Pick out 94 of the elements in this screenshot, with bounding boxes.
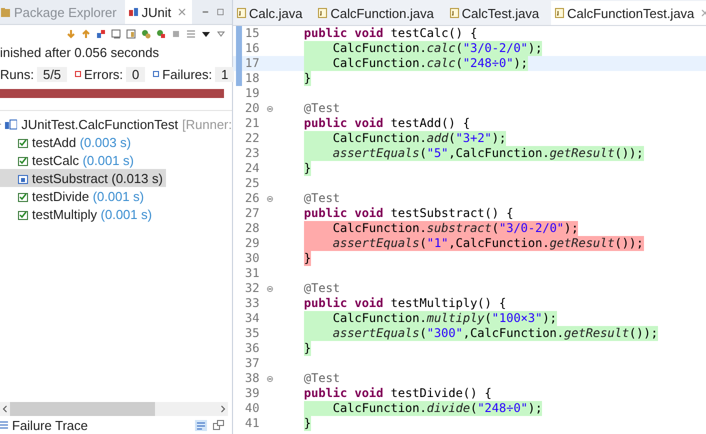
counter-label: Failures: [162,66,212,82]
code-line: public void testSubstract() { [304,206,514,221]
rerun-icon[interactable] [141,29,151,39]
line-number: 37 [245,356,260,370]
line-number: 28 [245,221,260,235]
line-number: 32 [245,281,260,295]
line-number: 19 [245,86,260,100]
java-file-icon [237,8,246,18]
counter-value: 5/5 [36,66,68,82]
junit-icon [128,6,139,18]
line-number: 41 [245,416,260,430]
maximize-icon[interactable] [217,7,224,17]
line-number: 27 [245,206,260,220]
filter-trace-icon[interactable] [195,420,207,430]
line-number: 16 [245,41,260,55]
close-icon[interactable] [178,8,186,16]
line-number: 35 [245,326,260,340]
view-menu-icon[interactable] [216,29,226,39]
line-number: 26 [245,191,260,205]
counter-value: 0 [126,66,146,82]
line-number: 36 [245,341,260,355]
line-number: 33 [245,296,260,310]
line-number: 18 [245,71,260,85]
line-number: 39 [245,386,260,400]
code-line: public void testDivide() { [304,386,492,401]
code-line: public void testMultiply() { [304,296,506,311]
view-tab[interactable]: JUnit [124,0,192,24]
file-tab[interactable]: CalcFunctionTest.java [551,1,706,25]
code-line: @Test [304,101,340,116]
line-number: 15 [245,26,260,40]
code-line: @Test [304,191,340,206]
scrollbar-thumb[interactable] [10,402,155,416]
counter-value: 1 [215,66,234,82]
test-item[interactable]: testCalc (0.001 s) [0,151,137,169]
line-number: 30 [245,251,260,265]
line-number: 25 [245,176,260,190]
error-icon [75,71,82,77]
code-line: @Test [304,281,340,296]
compare-icon[interactable] [213,420,224,430]
code-line: public void testAdd() { [304,116,470,131]
counter-label: Runs: [0,66,34,82]
failed-test-icon [18,172,28,184]
layout-icon[interactable] [126,29,136,39]
test-item[interactable]: testMultiply (0.001 s) [0,205,155,223]
line-number: 34 [245,311,260,325]
java-file-icon [318,8,328,18]
rerun-failed-icon[interactable] [156,29,166,39]
passed-test-icon [18,208,28,220]
test-suite-icon [5,118,18,130]
line-number: 38 [245,371,260,385]
code-line: public void testCalc() { [304,26,478,41]
counter-label: Errors: [84,66,124,82]
fold-icon[interactable] [267,286,273,292]
file-tab[interactable]: Calc.java [233,1,314,25]
arrow-down-icon[interactable] [66,29,76,39]
file-tab[interactable]: CalcTest.java [446,1,552,25]
fold-icon[interactable] [267,196,273,202]
line-number: 31 [245,266,260,280]
passed-test-icon [18,154,28,166]
fold-icon[interactable] [267,106,273,112]
history-icon[interactable] [111,29,121,39]
test-item[interactable]: testDivide (0.001 s) [0,187,147,205]
history-list-icon[interactable] [186,29,196,39]
java-file-icon [450,8,459,18]
horizontal-scrollbar[interactable] [0,402,228,416]
line-number: 29 [245,236,260,250]
test-item[interactable]: testAdd (0.003 s) [0,133,134,151]
file-tab[interactable]: CalcFunction.java [314,1,446,25]
java-file-icon [555,8,564,18]
dropdown-icon[interactable] [201,29,211,39]
line-number: 23 [245,146,260,160]
scroll-right-icon[interactable] [218,405,228,413]
code-line: @Test [304,371,340,386]
passed-test-icon [18,190,28,202]
scroll-left-icon[interactable] [0,405,10,413]
failure-icon [153,71,160,77]
line-number: 17 [245,56,260,70]
failures-filter-icon[interactable] [96,29,106,39]
line-number: 20 [245,101,260,115]
runner-label: [Runner: [182,116,232,132]
line-number: 21 [245,116,260,130]
list-icon [0,421,8,429]
failure-trace-title: Failure Trace [12,418,88,432]
line-number: 40 [245,401,260,415]
test-suite-name[interactable]: JUnitTest.CalcFunctionTest [21,116,178,132]
passed-test-icon [18,136,28,148]
stop-icon[interactable] [171,29,181,39]
line-number: 24 [245,161,260,175]
package-icon [0,6,11,18]
arrow-up-icon[interactable] [81,29,91,39]
fold-icon[interactable] [267,376,273,382]
status-message: inished after 0.056 seconds [0,44,160,62]
line-number: 22 [245,131,260,145]
test-item[interactable]: testSubstract (0.013 s) [0,169,166,187]
